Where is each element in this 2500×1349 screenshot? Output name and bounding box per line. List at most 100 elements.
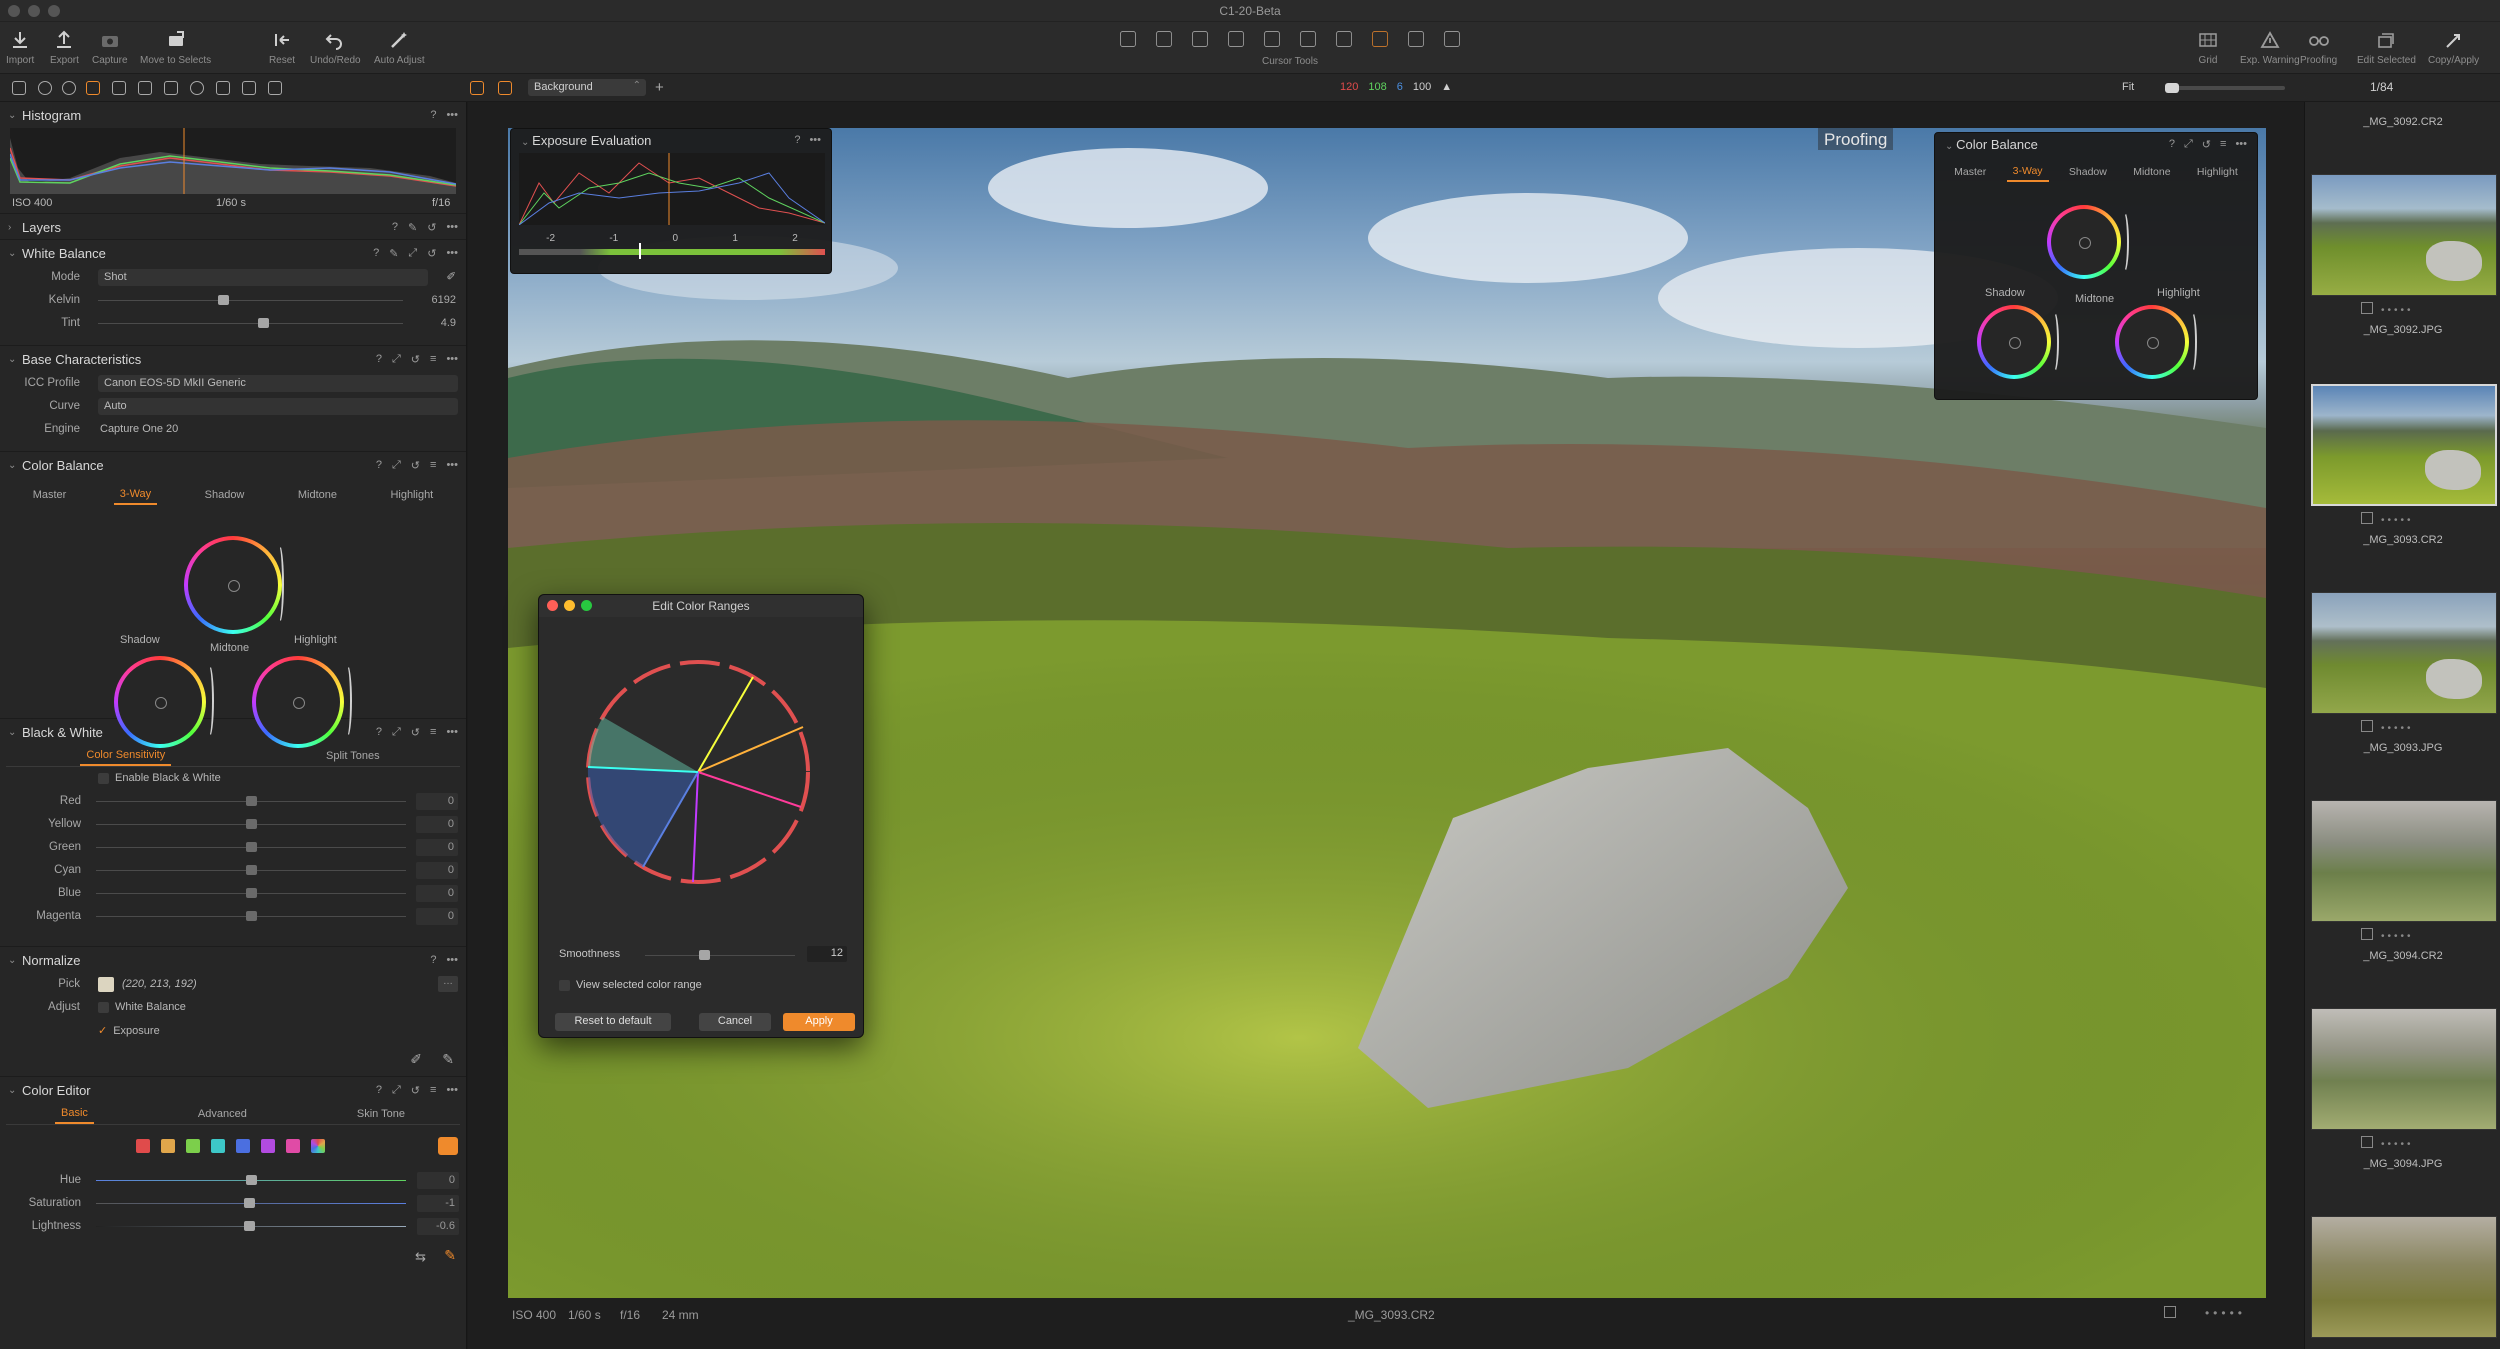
presets-icon[interactable]: ≡	[430, 726, 436, 739]
more-icon[interactable]: •••	[2235, 138, 2247, 151]
tab-color-sensitivity[interactable]: Color Sensitivity	[80, 746, 172, 766]
zoom-slider[interactable]	[2165, 83, 2285, 93]
keystone-tool-icon[interactable]	[1264, 31, 1280, 47]
wb-mode-select[interactable]: Shot	[98, 269, 428, 286]
output-tab-icon[interactable]	[216, 81, 230, 95]
minimize-dialog-button[interactable]	[564, 600, 575, 611]
adjustments-tab-icon[interactable]	[268, 81, 282, 95]
close-dialog-button[interactable]	[547, 600, 558, 611]
style-tab-icon[interactable]	[138, 81, 152, 95]
floating-color-balance-header[interactable]: ⌄ Color Balance ? ⤢ ↺ ≡ •••	[1935, 133, 2257, 157]
crop-tool-icon[interactable]	[1192, 31, 1208, 47]
pick-more-button[interactable]: …	[438, 976, 458, 992]
capture-tab-icon[interactable]	[38, 81, 52, 95]
reset-button[interactable]: Reset	[268, 26, 296, 66]
more-icon[interactable]: •••	[446, 247, 458, 260]
copy-icon[interactable]: ⤢	[2184, 138, 2193, 151]
smoothness-slider[interactable]	[645, 950, 795, 960]
zoom-fit-label[interactable]: Fit	[2122, 81, 2134, 93]
base-characteristics-header[interactable]: ⌄ Base Characteristics ? ⤢ ↺ ≡ •••	[0, 346, 466, 372]
color-range-wheel[interactable]	[583, 657, 813, 887]
metadata-tab-icon[interactable]	[190, 81, 204, 95]
exposure-warning-button[interactable]: Exp. Warning	[2240, 26, 2300, 66]
more-icon[interactable]: •••	[446, 1084, 458, 1097]
brush-icon[interactable]: ✎	[444, 1247, 456, 1264]
multi-color-swatch[interactable]	[311, 1139, 325, 1153]
tab-3-way[interactable]: 3-Way	[2006, 162, 2049, 182]
tab-midtone[interactable]: Midtone	[292, 486, 343, 504]
single-view-icon[interactable]	[498, 81, 512, 95]
eyedropper-icon[interactable]: ✐	[410, 1051, 422, 1068]
select-checkbox[interactable]	[2164, 1306, 2176, 1318]
tab-3-way[interactable]: 3-Way	[113, 485, 158, 505]
grid-view-icon[interactable]	[470, 81, 484, 95]
exposure-evaluation-header[interactable]: ⌄ Exposure Evaluation ? •••	[511, 129, 831, 153]
float-shadow-wheel[interactable]	[1977, 305, 2051, 379]
picker-icon[interactable]: ✎	[389, 247, 398, 260]
reset-icon[interactable]: ↺	[411, 353, 420, 366]
normalize-header[interactable]: ⌄ Normalize ? •••	[0, 947, 466, 973]
tint-slider[interactable]	[98, 318, 403, 328]
copy-icon[interactable]: ⤢	[392, 459, 401, 472]
color-swatch[interactable]	[136, 1139, 150, 1153]
float-highlight-wheel[interactable]	[2115, 305, 2189, 379]
color-picker-button[interactable]	[438, 1137, 458, 1155]
picker-icon[interactable]: ✎	[442, 1051, 454, 1068]
help-icon[interactable]: ?	[373, 247, 379, 260]
presets-icon[interactable]: ≡	[430, 1084, 436, 1097]
presets-icon[interactable]: ≡	[430, 353, 436, 366]
icc-profile-select[interactable]: Canon EOS-5D MkII Generic	[98, 375, 458, 392]
enable-bw-checkbox[interactable]	[98, 772, 109, 784]
rotate-tool-icon[interactable]	[1228, 31, 1244, 47]
tint-value[interactable]: 4.9	[441, 317, 456, 329]
tab-shadow[interactable]: Shadow	[199, 486, 251, 504]
help-icon[interactable]: ?	[376, 726, 382, 739]
copy-icon[interactable]: ⤢	[392, 353, 401, 366]
color-tab-icon[interactable]	[86, 81, 100, 95]
kelvin-slider[interactable]	[98, 295, 403, 305]
copy-icon[interactable]: ⤢	[408, 247, 417, 260]
more-icon[interactable]: •••	[446, 954, 458, 966]
thumbnail[interactable]	[2311, 800, 2497, 922]
curve-select[interactable]: Auto	[98, 398, 458, 415]
presets-icon[interactable]: ≡	[2220, 138, 2226, 151]
exposure-tab-icon[interactable]	[112, 81, 126, 95]
background-select[interactable]: Background	[528, 79, 646, 96]
help-icon[interactable]: ?	[2169, 138, 2175, 151]
layers-header[interactable]: › Layers ? ✎ ↺ •••	[0, 214, 466, 240]
more-icon[interactable]: •••	[446, 221, 458, 234]
float-midtone-bracket[interactable]	[2119, 211, 2129, 273]
eyedropper-icon[interactable]: ✐	[446, 269, 456, 283]
tab-basic[interactable]: Basic	[55, 1104, 94, 1124]
reset-icon[interactable]: ↺	[2202, 138, 2211, 151]
tab-advanced[interactable]: Advanced	[192, 1105, 253, 1123]
color-swatch[interactable]	[236, 1139, 250, 1153]
gradient-mask-tool-icon[interactable]	[1408, 31, 1424, 47]
capture-button[interactable]: Capture	[92, 26, 128, 66]
import-button[interactable]: Import	[6, 26, 34, 66]
zoom-dialog-button[interactable]	[581, 600, 592, 611]
annotate-tool-icon[interactable]	[1444, 31, 1460, 47]
cancel-button[interactable]: Cancel	[699, 1013, 771, 1031]
thumb-rating[interactable]: •••••	[2361, 512, 2414, 526]
picker-tool-icon[interactable]	[1336, 31, 1352, 47]
tab-skin-tone[interactable]: Skin Tone	[351, 1105, 411, 1123]
batch-tab-icon[interactable]	[242, 81, 256, 95]
reset-icon[interactable]: ↺	[427, 221, 436, 234]
grid-button[interactable]: Grid	[2194, 26, 2222, 66]
thumb-rating[interactable]: •••••	[2361, 720, 2414, 734]
color-swatch[interactable]	[286, 1139, 300, 1153]
details-tab-icon[interactable]	[164, 81, 178, 95]
white-balance-header[interactable]: ⌄ White Balance ? ✎ ⤢ ↺ •••	[0, 240, 466, 266]
float-highlight-bracket[interactable]	[2187, 311, 2197, 373]
pan-tool-icon[interactable]	[1120, 31, 1136, 47]
bw-green-slider[interactable]	[96, 842, 406, 852]
reset-icon[interactable]: ↺	[411, 726, 420, 739]
exposure-checkbox-checked[interactable]: ✓	[98, 1025, 107, 1037]
bw-blue-slider[interactable]	[96, 888, 406, 898]
reset-icon[interactable]: ↺	[411, 1084, 420, 1097]
tab-highlight[interactable]: Highlight	[2191, 163, 2244, 181]
more-icon[interactable]: •••	[446, 109, 458, 121]
swap-icon[interactable]: ⇆	[415, 1249, 426, 1265]
thumbnail[interactable]	[2311, 1216, 2497, 1338]
